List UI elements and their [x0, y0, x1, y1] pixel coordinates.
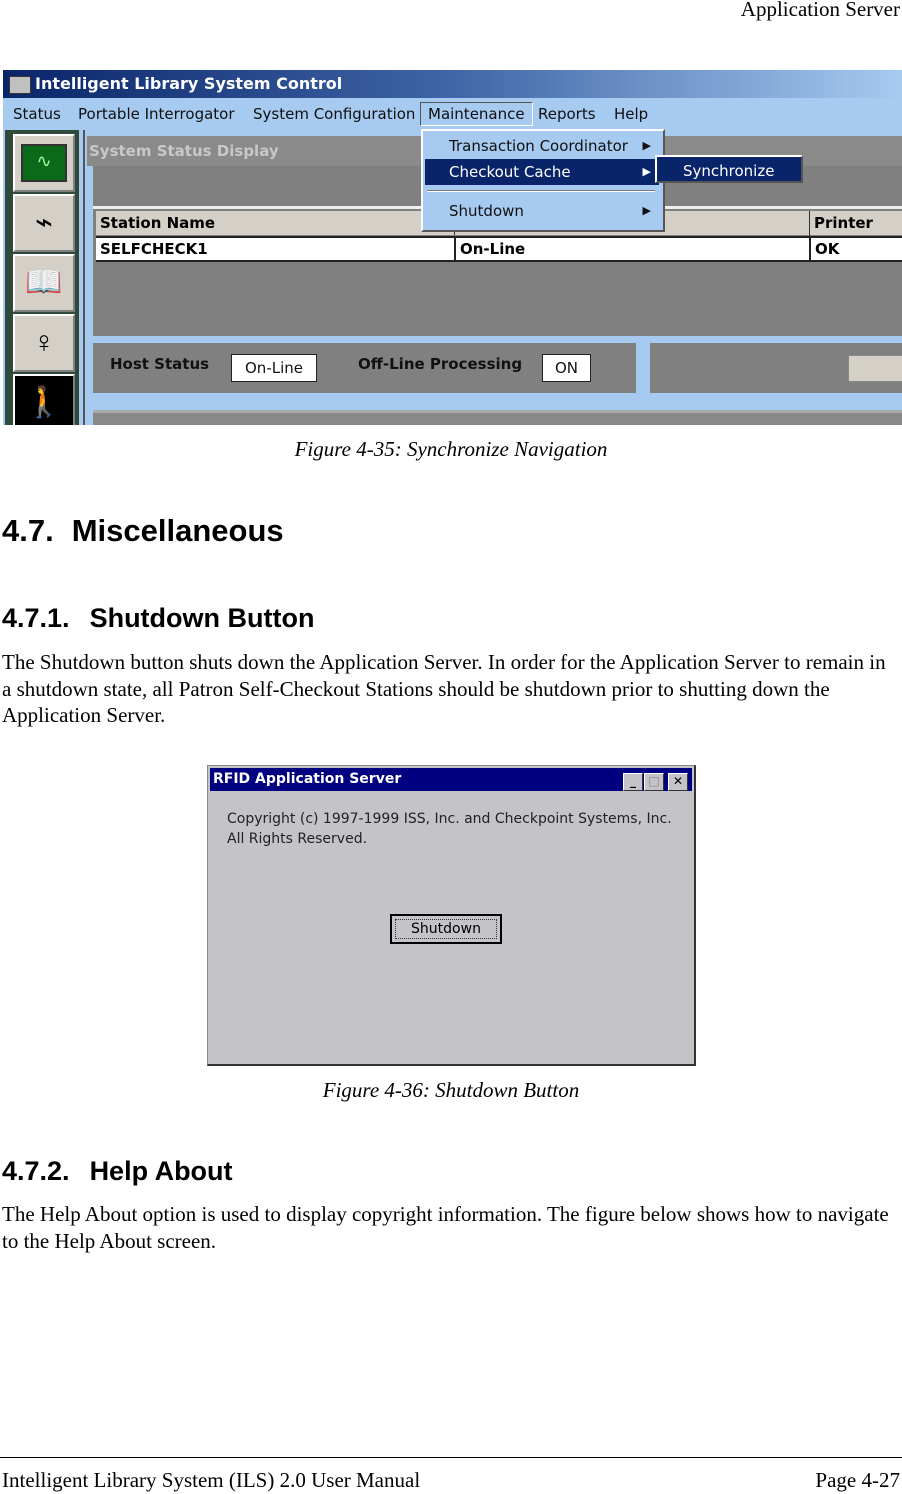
paragraph: The Help About option is used to display…: [2, 1202, 889, 1253]
page-header: Application Server: [740, 0, 900, 21]
maximize-icon[interactable]: □: [644, 773, 664, 791]
section-heading-4-7: 4.7. Miscellaneous: [2, 513, 284, 548]
footer-rule: [0, 1457, 902, 1458]
cell-printer: OK: [809, 238, 839, 260]
host-status-panel: Host Status On-Line Off-Line Processing …: [93, 343, 636, 393]
shutdown-button[interactable]: Shutdown: [390, 914, 502, 944]
menu-help[interactable]: Help: [614, 105, 648, 123]
toolbar: ∿ ⌁ 📖 ♀ 🚶: [5, 130, 79, 425]
interrogator-button[interactable]: ⌁: [13, 194, 75, 252]
menu-maintenance[interactable]: Maintenance: [420, 102, 533, 126]
window-title: Intelligent Library System Control: [35, 74, 343, 93]
close-icon[interactable]: ✕: [668, 773, 688, 791]
host-status-value: On-Line: [231, 354, 317, 382]
figure-caption: Figure 4-35: Synchronize Navigation: [294, 437, 608, 461]
menu-status[interactable]: Status: [13, 105, 61, 123]
menu-reports[interactable]: Reports: [538, 105, 596, 123]
menu-separator: [427, 190, 655, 192]
shutdown-button-label: Shutdown: [395, 919, 497, 939]
menu-item-transaction-coordinator[interactable]: Transaction Coordinator ▶: [425, 133, 659, 159]
status-monitor-button[interactable]: ∿: [13, 134, 75, 192]
offline-label: Off-Line Processing: [358, 355, 523, 373]
person-icon: ♀: [32, 326, 56, 359]
menu-item-shutdown[interactable]: Shutdown ▶: [425, 198, 659, 224]
books-button[interactable]: 📖: [13, 254, 75, 312]
cell-status: On-Line: [454, 238, 525, 260]
host-status-label: Host Status: [110, 355, 210, 373]
minimize-icon[interactable]: _: [623, 773, 643, 791]
menu-system-configuration[interactable]: System Configuration: [253, 105, 415, 123]
dialog-titlebar: RFID Application Server _ □ ✕: [210, 768, 692, 791]
table-row[interactable]: SELFCHECK1 On-Line OK: [96, 236, 902, 262]
menu-item-checkout-cache[interactable]: Checkout Cache ▶: [425, 159, 659, 185]
maintenance-dropdown: Transaction Coordinator ▶ Checkout Cache ▶…: [421, 129, 665, 232]
menubar: Status Portable Interrogator System Conf…: [3, 100, 902, 128]
footer-title: Intelligent Library System (ILS) 2.0 Use…: [2, 1468, 421, 1492]
app-icon: [9, 75, 31, 94]
monitor-icon: ∿: [21, 144, 67, 182]
book-icon: 📖: [25, 266, 63, 299]
dialog-title: RFID Application Server: [213, 771, 402, 787]
cable-icon: ⌁: [34, 206, 54, 239]
cell-station: SELFCHECK1: [100, 240, 208, 258]
document-page: Application Server Intelligent Library S…: [0, 0, 902, 1494]
page-number: Page 4-27: [815, 1468, 900, 1492]
patron-button[interactable]: ♀: [13, 314, 75, 372]
side-panel: [650, 343, 902, 393]
window-titlebar: Intelligent Library System Control: [3, 70, 902, 98]
figure-caption: Figure 4-36: Shutdown Button: [322, 1078, 580, 1102]
offline-value: ON: [542, 354, 591, 382]
ils-control-screenshot: Intelligent Library System Control Statu…: [3, 70, 902, 425]
panel-button[interactable]: [848, 355, 902, 382]
col-station-name: Station Name: [100, 214, 216, 232]
paragraph: The Shutdown button shuts down the Appli…: [2, 650, 886, 727]
section-heading-4-7-2: 4.7.2. Help About: [2, 1156, 233, 1186]
rfid-server-dialog: RFID Application Server _ □ ✕ Copyright …: [207, 765, 696, 1066]
submenu-item-synchronize[interactable]: Synchronize: [655, 155, 803, 183]
exit-button[interactable]: 🚶: [13, 374, 75, 425]
copyright-text: Copyright (c) 1997-1999 ISS, Inc. and Ch…: [227, 811, 672, 847]
walking-person-icon: 🚶: [25, 386, 63, 419]
menu-portable-interrogator[interactable]: Portable Interrogator: [78, 105, 235, 123]
section-heading-4-7-1: 4.7.1. Shutdown Button: [2, 603, 315, 633]
